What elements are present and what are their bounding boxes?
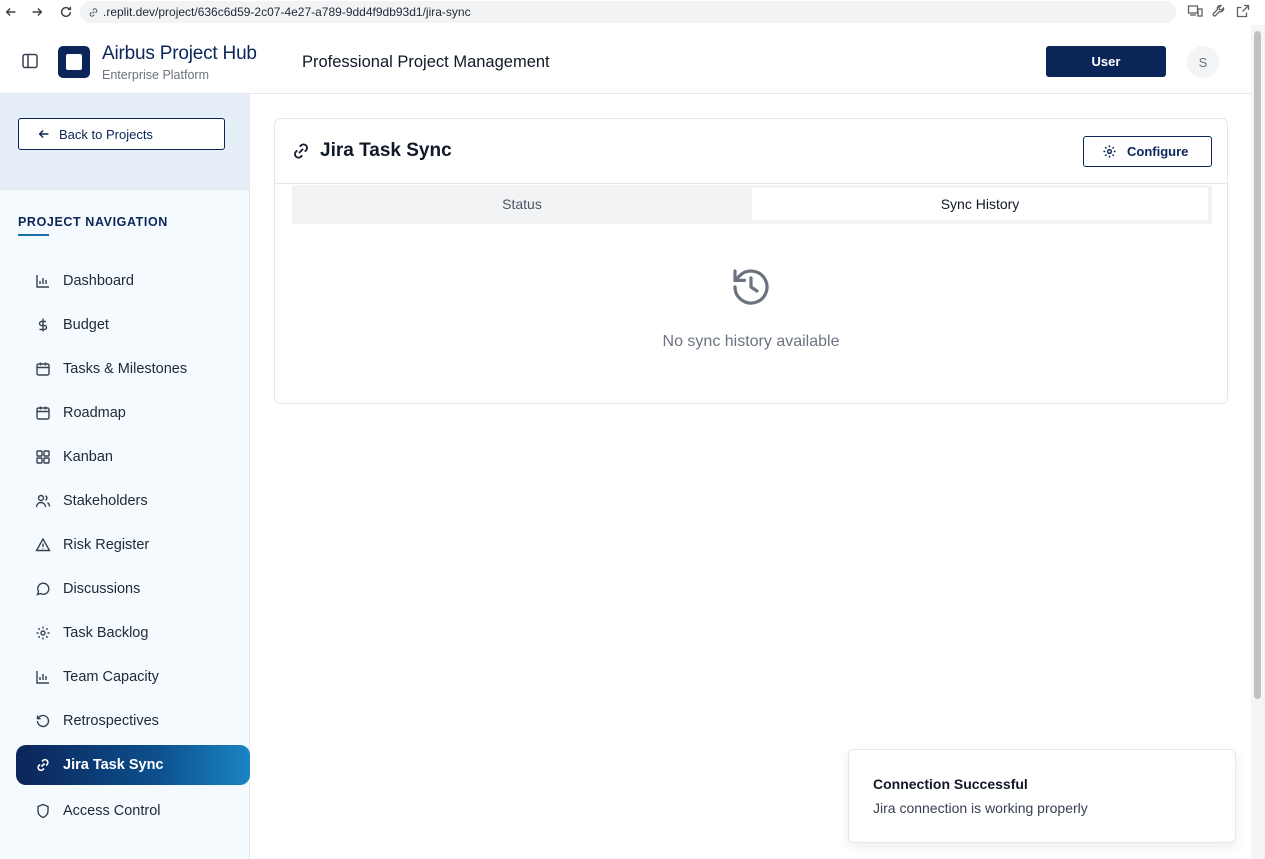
sidebar-item-label: Kanban [63,449,113,465]
address-bar[interactable]: .replit.dev/project/636c6d59-2c07-4e27-a… [80,1,1176,23]
browser-bar: .replit.dev/project/636c6d59-2c07-4e27-a… [0,0,1265,25]
external-link-icon[interactable] [1235,3,1251,19]
sidebar-item-label: Team Capacity [63,669,159,685]
configure-label: Configure [1127,144,1189,159]
sidebar-item-jira-task-sync[interactable]: Jira Task Sync [16,745,250,785]
arrow-left-icon [38,130,49,138]
calendar-icon [36,406,50,420]
sidebar-item-label: Tasks & Milestones [63,361,188,377]
sidebar-item-label: Risk Register [63,537,150,553]
sidebar-item-label: Jira Task Sync [63,757,164,773]
forward-arrow-icon[interactable] [26,1,48,23]
avatar[interactable]: S [1187,46,1219,78]
back-arrow-icon[interactable] [0,1,22,23]
link-icon [294,143,308,159]
sidebar-item-access-control[interactable]: Access Control [16,791,250,831]
sidebar-item-label: Retrospectives [63,713,159,729]
configure-button[interactable]: Configure [1083,136,1212,167]
tab-status[interactable]: Status [294,188,750,220]
sidebar-item-discussions[interactable]: Discussions [16,569,250,609]
bar-chart-icon [36,671,49,684]
sidebar-item-roadmap[interactable]: Roadmap [16,393,250,433]
jira-sync-card: Jira Task Sync Configure Status Sync His… [274,118,1228,404]
grid-icon [36,450,50,464]
toast-title: Connection Successful [873,776,1028,792]
sidebar-item-team-capacity[interactable]: Team Capacity [16,657,250,697]
message-icon [36,582,50,596]
tab-sync-history[interactable]: Sync History [752,188,1208,220]
scrollbar-thumb[interactable] [1254,31,1261,699]
warning-icon [35,537,51,552]
brand-subtitle: Enterprise Platform [102,68,209,82]
sidebar: Back to Projects PROJECT NAVIGATION Dash… [0,94,250,859]
sidebar-item-dashboard[interactable]: Dashboard [16,261,250,301]
calendar-icon [36,362,50,376]
brand-title: Airbus Project Hub [102,43,257,64]
toast-message: Jira connection is working properly [873,800,1088,816]
gear-icon [1103,145,1116,158]
app-logo [58,46,90,78]
sidebar-item-label: Dashboard [63,273,134,289]
nav-heading: PROJECT NAVIGATION [18,215,168,229]
reload-icon[interactable] [55,1,77,23]
link-icon [37,758,49,772]
rotate-icon [36,714,50,728]
devices-icon[interactable] [1187,3,1203,19]
gear-icon [36,626,50,640]
sidebar-top-section: Back to Projects [0,94,249,190]
card-title: Jira Task Sync [320,140,452,161]
sidebar-item-risk-register[interactable]: Risk Register [16,525,250,565]
wrench-icon[interactable] [1211,3,1227,19]
url-text: .replit.dev/project/636c6d59-2c07-4e27-a… [103,5,471,19]
sidebar-item-label: Discussions [63,581,141,597]
shield-icon [37,803,49,819]
sidebar-item-label: Budget [63,317,109,333]
nav-heading-underline [18,234,49,236]
sidebar-item-label: Roadmap [63,405,126,421]
card-divider [275,183,1227,184]
toast-notification[interactable]: Connection Successful Jira connection is… [848,749,1236,843]
sidebar-item-task-backlog[interactable]: Task Backlog [16,613,250,653]
sidebar-item-budget[interactable]: Budget [16,305,250,345]
sidebar-item-label: Access Control [63,803,161,819]
empty-state-message: No sync history available [662,333,840,350]
sidebar-item-retrospectives[interactable]: Retrospectives [16,701,250,741]
page-scrollbar[interactable] [1251,25,1265,859]
user-button[interactable]: User [1046,46,1166,77]
tab-list: Status Sync History [292,185,1212,224]
link-icon [89,7,98,17]
sidebar-item-kanban[interactable]: Kanban [16,437,250,477]
sidebar-toggle-icon[interactable] [20,51,40,71]
back-to-projects-button[interactable]: Back to Projects [18,118,225,150]
sidebar-item-label: Stakeholders [63,493,148,509]
page-heading: Professional Project Management [302,53,550,71]
history-icon [733,269,769,305]
sidebar-item-label: Task Backlog [63,625,149,641]
sidebar-item-stakeholders[interactable]: Stakeholders [16,481,250,521]
app-header: Airbus Project Hub Enterprise Platform P… [0,25,1251,94]
back-label: Back to Projects [59,126,153,142]
sidebar-item-tasks-milestones[interactable]: Tasks & Milestones [16,349,250,389]
bar-chart-icon [36,275,49,288]
users-icon [35,494,51,508]
dollar-icon [38,318,48,332]
